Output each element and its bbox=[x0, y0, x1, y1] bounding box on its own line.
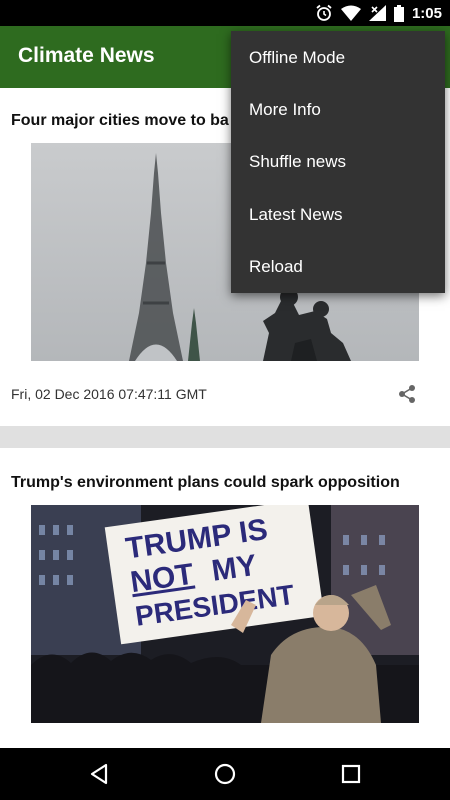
menu-item-offline-mode[interactable]: Offline Mode bbox=[231, 32, 445, 84]
article-date: Fri, 02 Dec 2016 07:47:11 GMT bbox=[11, 386, 207, 402]
menu-item-reload[interactable]: Reload bbox=[231, 241, 445, 293]
navigation-bar bbox=[0, 748, 450, 800]
alarm-icon bbox=[316, 4, 332, 21]
menu-item-latest-news[interactable]: Latest News bbox=[231, 189, 445, 241]
overflow-menu: Offline Mode More Info Shuffle news Late… bbox=[231, 31, 445, 293]
status-icons: 1:05 bbox=[315, 3, 442, 23]
status-bar: 1:05 bbox=[0, 0, 450, 26]
share-icon[interactable] bbox=[397, 384, 417, 404]
sign-line: MY bbox=[210, 549, 259, 588]
article-headline[interactable]: Trump's environment plans could spark op… bbox=[11, 474, 400, 492]
menu-item-more-info[interactable]: More Info bbox=[231, 84, 445, 136]
recents-icon[interactable] bbox=[338, 761, 364, 787]
app-title: Climate News bbox=[18, 44, 155, 67]
news-card[interactable]: Trump's environment plans could spark op… bbox=[0, 448, 450, 748]
battery-icon bbox=[393, 4, 404, 22]
protest-image: TRUMP IS NOT MY PRESIDENT bbox=[31, 505, 419, 723]
signal-icon bbox=[368, 5, 386, 21]
article-image[interactable]: TRUMP IS NOT MY PRESIDENT bbox=[31, 505, 419, 723]
menu-item-shuffle-news[interactable]: Shuffle news bbox=[231, 136, 445, 188]
wifi-icon bbox=[340, 5, 361, 21]
back-icon[interactable] bbox=[86, 761, 112, 787]
home-icon[interactable] bbox=[212, 761, 238, 787]
clock: 1:05 bbox=[411, 4, 442, 22]
article-headline[interactable]: Four major cities move to ba bbox=[11, 112, 229, 130]
